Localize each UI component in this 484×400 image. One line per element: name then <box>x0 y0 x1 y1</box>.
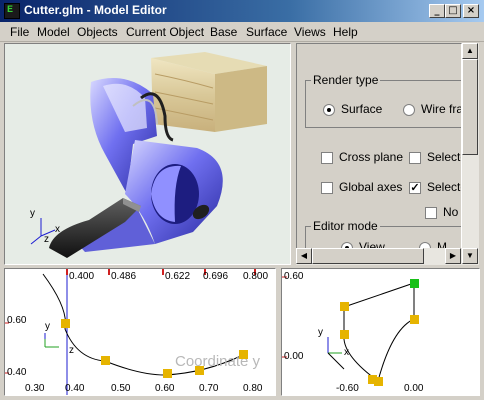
scroll-down-button[interactable]: ▼ <box>462 248 478 264</box>
bottom-tick-2: 0.40 <box>65 383 85 394</box>
right-bottom-tick-1: -0.60 <box>336 383 359 394</box>
menu-views[interactable]: Views <box>294 25 326 39</box>
checkbox-no[interactable] <box>425 207 437 219</box>
right-y-tick-2: 0.00 <box>284 351 304 362</box>
menu-objects[interactable]: Objects <box>77 25 118 39</box>
bottom-tick-5: 0.70 <box>199 383 219 394</box>
control-point[interactable] <box>163 369 172 378</box>
menu-base[interactable]: Base <box>210 25 237 39</box>
y-tick-2: 0.40 <box>7 367 27 378</box>
profile-view-left[interactable]: 0.400 0.486 0.622 0.696 0.800 0.60 0.40 … <box>4 268 276 396</box>
bottom-tick-6: 0.80 <box>243 383 263 394</box>
control-point[interactable] <box>410 315 419 324</box>
top-tick-1: 0.400 <box>69 271 95 282</box>
no-label: No <box>443 205 459 219</box>
control-point[interactable] <box>340 330 349 339</box>
control-point[interactable] <box>101 356 110 365</box>
control-panel: Render type Surface Wire fram Cross plan… <box>296 43 462 265</box>
scroll-right-button[interactable]: ▶ <box>445 248 461 264</box>
control-point[interactable] <box>374 377 383 386</box>
control-point[interactable] <box>195 366 204 375</box>
global-axes-label: Global axes <box>339 180 403 194</box>
right-y-tick-1: 0.60 <box>284 271 304 282</box>
cross-plane-label: Cross plane <box>339 150 404 164</box>
profile-curve-canvas <box>5 269 256 395</box>
profile-view-right[interactable]: 0.60 0.00 -0.60 0.00 y x <box>281 268 480 396</box>
vertical-scrollbar[interactable]: ▲ ▼ <box>462 43 479 265</box>
scroll-up-button[interactable]: ▲ <box>462 43 478 59</box>
radio-wireframe-label: Wire fram <box>421 102 461 116</box>
top-tick-2: 0.486 <box>111 271 137 282</box>
y-tick-1: 0.60 <box>7 315 27 326</box>
radio-surface-label: Surface <box>341 102 383 116</box>
top-tick-3: 0.622 <box>165 271 191 282</box>
scroll-left-button[interactable]: ◀ <box>296 248 312 264</box>
selected-control-point[interactable] <box>410 279 419 288</box>
horizontal-scrollbar[interactable]: ◀ ▶ <box>296 248 462 265</box>
render-type-label: Render type <box>311 73 381 87</box>
minimize-button[interactable]: _ <box>429 4 445 18</box>
menu-help[interactable]: Help <box>333 25 358 39</box>
checkbox-selected-2[interactable]: ✓ <box>409 182 421 194</box>
axis-x-label: x <box>55 224 60 235</box>
view-axis-z-label: z <box>69 345 74 356</box>
control-point[interactable] <box>340 302 349 311</box>
axis-y-label: y <box>30 208 35 219</box>
editor-mode-label: Editor mode <box>311 219 380 233</box>
menu-current-object[interactable]: Current Object <box>126 25 204 39</box>
bottom-tick-3: 0.50 <box>111 383 131 394</box>
control-point[interactable] <box>61 319 70 328</box>
bottom-tick-4: 0.60 <box>155 383 175 394</box>
app-icon[interactable]: E <box>4 3 20 19</box>
3d-model-render <box>30 52 267 258</box>
window-title: Cutter.glm - Model Editor <box>24 3 167 17</box>
vertical-scroll-thumb[interactable] <box>462 59 478 155</box>
checkbox-selected-1[interactable] <box>409 152 421 164</box>
selected-1-label: Selecte <box>427 150 461 164</box>
close-button[interactable]: × <box>463 4 479 18</box>
top-tick-4: 0.696 <box>203 271 229 282</box>
checkbox-global-axes[interactable] <box>321 182 333 194</box>
3d-viewport[interactable]: y x z <box>4 43 291 265</box>
horizontal-scroll-thumb[interactable] <box>312 248 424 264</box>
checkbox-cross-plane[interactable] <box>321 152 333 164</box>
control-point[interactable] <box>239 350 248 359</box>
menu-surface[interactable]: Surface <box>246 25 287 39</box>
menu-model[interactable]: Model <box>37 25 70 39</box>
menu-file[interactable]: File <box>10 25 29 39</box>
selected-2-label: Selecte <box>427 180 461 194</box>
top-tick-5: 0.800 <box>243 271 269 282</box>
axis-z-label: z <box>44 234 49 245</box>
maximize-button[interactable]: □ <box>445 4 461 18</box>
view-axis-y-label: y <box>45 321 50 332</box>
app-icon-glyph: E <box>7 5 14 16</box>
menu-bar <box>0 22 484 42</box>
radio-surface[interactable] <box>323 104 335 116</box>
radio-wireframe[interactable] <box>403 104 415 116</box>
right-bottom-tick-2: 0.00 <box>404 383 424 394</box>
right-axis-y-label: y <box>318 327 323 338</box>
bottom-tick-1: 0.30 <box>25 383 45 394</box>
right-axis-x-label: x <box>344 347 349 358</box>
